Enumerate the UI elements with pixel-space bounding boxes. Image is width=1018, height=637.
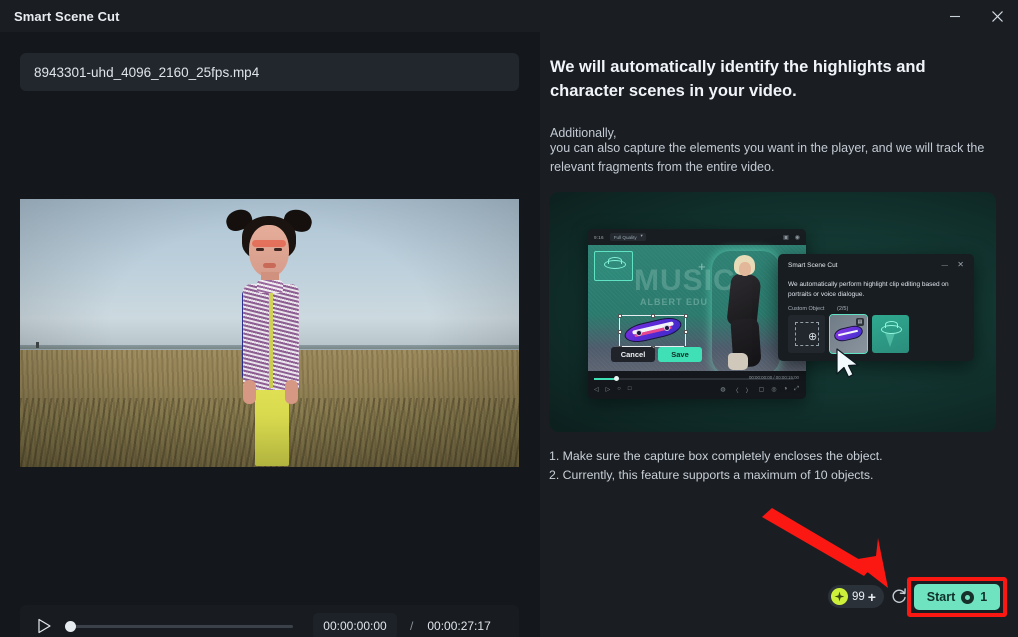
demo-skateboard-selection <box>618 314 688 350</box>
demo-canvas: MUSIC ALBERT EDU + Cancel Save <box>588 245 806 371</box>
seek-slider[interactable] <box>65 616 293 636</box>
selection-handle <box>618 330 622 334</box>
speaker-icon: ◍ <box>720 387 726 393</box>
demo-ratio-label: 9:16 <box>594 234 604 240</box>
seek-thumb[interactable] <box>65 620 76 632</box>
selection-handle <box>684 330 688 334</box>
demo-thumb-delete-badge: ▤ <box>856 318 864 326</box>
demo-toolbar-icons: ▣ ◉ <box>783 234 800 241</box>
demo-seek-fill <box>594 378 616 380</box>
demo-dialog-custom-object-count: (2/5) <box>837 306 849 312</box>
usage-notes: 1. Make sure the capture box completely … <box>549 449 883 483</box>
demo-dialog-minimize-icon: — <box>941 262 949 269</box>
credit-count: 99 <box>852 590 865 603</box>
start-cost: 1 <box>980 590 988 604</box>
window-title: Smart Scene Cut <box>14 8 120 24</box>
prev-frame-icon: ◁ <box>594 387 599 393</box>
file-name-field[interactable]: 8943301-uhd_4096_2160_25fps.mp4 <box>20 53 519 91</box>
window-controls <box>934 0 1018 32</box>
file-name-text: 8943301-uhd_4096_2160_25fps.mp4 <box>34 64 260 80</box>
demo-quality-select: Full Quality <box>609 233 646 241</box>
demo-player-bar: 00:00:00:00 / 00:00:15:00 ◁ ▷ ○ □ ◍ 〈 〉 … <box>588 371 806 399</box>
snapshot-icon: ▢ <box>758 387 765 393</box>
preview-vignette <box>20 199 519 467</box>
minimize-icon <box>950 15 960 18</box>
demo-editor-toolbar: 9:16 Full Quality ▣ ◉ <box>588 229 806 245</box>
demo-canvas-subline: ALBERT EDU <box>640 297 708 307</box>
demo-save-button: Save <box>658 347 702 362</box>
info-panel: We will automatically identify the highl… <box>540 32 1018 637</box>
selection-handle <box>651 314 655 318</box>
demo-selection-box <box>618 314 688 350</box>
play-icon <box>37 618 51 634</box>
total-timecode: 00:00:27:17 <box>427 619 491 633</box>
demo-dialog-title: Smart Scene Cut <box>788 262 838 269</box>
credit-add-button[interactable]: + <box>868 590 876 604</box>
demo-timecode: 00:00:00:00 / 00:00:15:00 <box>748 375 799 380</box>
feature-demo-illustration: 9:16 Full Quality ▣ ◉ MUSIC ALBERT EDU + <box>549 192 996 432</box>
selection-handle <box>618 314 622 318</box>
seek-track <box>71 624 293 628</box>
demo-model-face <box>739 262 751 276</box>
demo-thumb-ufo-beam <box>885 333 895 347</box>
demo-cursor-arrow-icon <box>836 348 859 378</box>
demo-dialog-description: We automatically perform highlight clip … <box>788 281 949 299</box>
split-icon: ◑ <box>783 386 788 392</box>
demo-transport-icons: ◁ ▷ ○ □ <box>594 386 632 393</box>
demo-dialog-custom-object-label: Custom Object <box>788 306 825 312</box>
demo-dialog-close-icon: ✕ <box>957 260 964 269</box>
crop-icon: ▣ <box>783 234 789 241</box>
close-icon <box>991 10 1003 22</box>
next-frame-icon: ▷ <box>605 387 611 393</box>
demo-canvas-plus-marker: + <box>698 259 706 274</box>
info-icon: ◎ <box>771 387 777 393</box>
selection-handle <box>684 314 688 318</box>
video-preview[interactable] <box>20 199 519 467</box>
preview-panel: 8943301-uhd_4096_2160_25fps.mp4 00:00:00… <box>0 32 540 637</box>
credit-coin-icon <box>961 590 975 604</box>
panel-sub-body: you can also capture the elements you wa… <box>550 141 985 175</box>
refresh-credits-button[interactable] <box>889 586 909 606</box>
demo-editor-window: 9:16 Full Quality ▣ ◉ MUSIC ALBERT EDU + <box>588 229 806 399</box>
close-button[interactable] <box>976 0 1018 32</box>
demo-cancel-button: Cancel <box>611 347 655 362</box>
demo-seek-thumb <box>614 376 619 381</box>
play-button[interactable] <box>31 613 57 637</box>
start-button[interactable]: Start 1 <box>914 584 1000 610</box>
record-icon: ○ <box>617 386 621 392</box>
credit-diamond-glyph <box>834 591 845 602</box>
demo-tool-icons: ◍ 〈 〉 ▢ ◎ ◑ ⤢ <box>720 386 799 395</box>
timecode-separator: / <box>410 619 414 633</box>
fullscreen-icon: ⤢ <box>794 386 799 392</box>
demo-add-object-thumb <box>788 315 825 353</box>
credits-badge[interactable]: 99 + <box>828 585 884 608</box>
credit-diamond-icon <box>831 588 848 605</box>
demo-ufo-object-thumb <box>872 315 909 353</box>
refresh-icon <box>892 588 906 603</box>
demo-ufo-capture-box <box>594 251 633 281</box>
demo-model-figure <box>716 255 776 371</box>
start-button-label: Start <box>926 590 956 604</box>
player-controls: 00:00:00:00 / 00:00:27:17 <box>20 605 519 637</box>
mark-in-icon: 〈 <box>732 389 739 395</box>
demo-smart-scene-cut-dialog: Smart Scene Cut — ✕ We automatically per… <box>778 254 974 361</box>
stop-icon: □ <box>627 386 632 392</box>
title-bar: Smart Scene Cut <box>0 0 1018 32</box>
current-timecode[interactable]: 00:00:00:00 <box>313 613 397 637</box>
settings-icon: ◉ <box>794 234 800 241</box>
mark-out-icon: 〉 <box>745 389 752 395</box>
demo-model-boot <box>728 353 748 370</box>
minimize-button[interactable] <box>934 0 976 32</box>
panel-headline: We will automatically identify the highl… <box>550 58 926 100</box>
